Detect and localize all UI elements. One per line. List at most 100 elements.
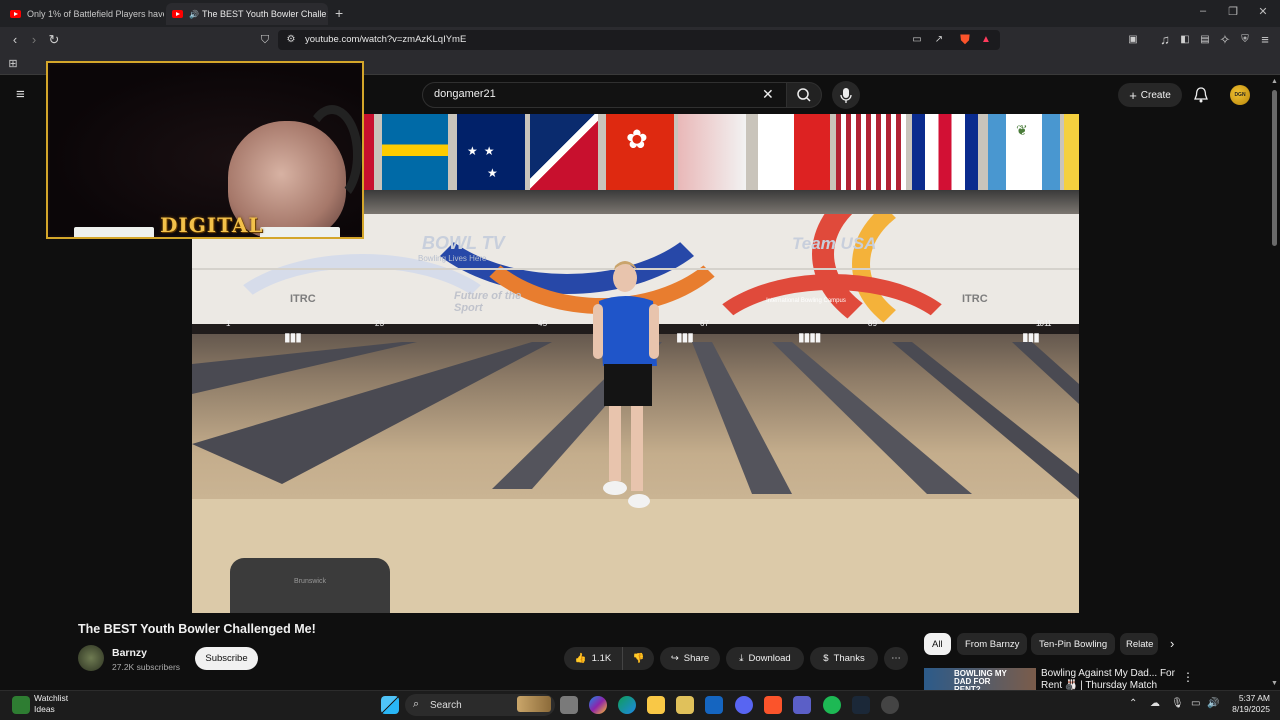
minimize-button[interactable]: – [1194,5,1212,17]
copilot-icon[interactable] [589,696,607,714]
volume-icon[interactable]: 🔊 [1207,698,1219,709]
thumbs-down-icon: 👎 [632,653,645,664]
microphone-icon [840,88,852,103]
channel-avatar[interactable] [78,645,104,671]
watchlist-widget[interactable]: Watchlist Ideas [34,693,68,715]
back-icon[interactable]: ‹ [6,31,24,49]
speaker-icon: 🔊 [189,9,199,19]
chip-ten-pin-bowling[interactable]: Ten-Pin Bowling [1031,633,1116,655]
chip-from-barnzy[interactable]: From Barnzy [957,633,1028,655]
close-window-button[interactable]: ✕ [1254,5,1272,18]
banner-team-usa: Team USA [792,234,877,253]
onedrive-icon[interactable]: ☁ [1150,698,1160,709]
sidebar-toggle-icon[interactable]: ▣ [1124,31,1142,49]
recommendation-thumbnail[interactable]: BOWLING MY DAD FOR RENT? [924,668,1036,690]
windows-start-icon[interactable] [381,696,399,714]
webcam-overlay: DIGITAL [46,61,364,239]
search-highlight-image [517,696,551,712]
bookmark-icon[interactable]: ⛉ [256,31,274,49]
wallet-icon[interactable]: ▤ [1196,31,1214,49]
scroll-up-icon[interactable]: ▲ [1271,78,1278,85]
more-actions-button[interactable]: ⋯ [884,647,908,670]
cast-icon[interactable]: ▭ [908,31,926,49]
outlook-icon[interactable] [705,696,723,714]
page-scrollbar[interactable] [1272,90,1277,246]
plus-icon: + [1129,87,1137,103]
vpn-icon[interactable]: ⛨ [1236,31,1254,49]
system-clock[interactable]: 5:37 AM 8/19/2025 [1222,693,1270,715]
chevron-right-icon[interactable]: › [1170,636,1174,651]
share-button[interactable]: ↪ Share [660,647,720,670]
hood-label: Brunswick [294,578,326,585]
file-explorer-icon[interactable] [647,696,665,714]
brave-rewards-icon[interactable]: ▲ [977,31,995,49]
tray-overflow-icon[interactable]: ⌃ [1129,698,1137,709]
discord-icon[interactable] [735,696,753,714]
like-button[interactable]: 👍 1.1K [564,647,622,670]
download-button[interactable]: ⤓ Download [726,647,804,670]
flag-usa [836,114,906,190]
search-icon: ⌕ [413,698,420,710]
menu-icon[interactable]: ≡ [1256,31,1274,49]
forward-icon[interactable]: › [25,31,43,49]
banner-tagline: Bowling Lives Here [418,254,487,263]
flag-sweden [382,114,448,190]
thumbs-up-icon: 👍 [574,653,587,664]
microphone-tray-icon[interactable]: 🎙 [1171,698,1184,709]
network-icon[interactable]: ▭ [1191,698,1200,709]
chip-related[interactable]: Relate [1120,633,1158,655]
webcam-bar [260,227,340,237]
site-info-icon[interactable]: ⚙ [282,31,300,49]
store-icon[interactable] [676,696,694,714]
chip-all[interactable]: All [924,633,951,655]
teams-icon[interactable] [793,696,811,714]
banner-future: Future of the Sport [454,290,522,314]
hamburger-menu-icon[interactable]: ≡ [16,86,25,103]
edge-icon[interactable] [618,696,636,714]
browser-nav-bar: ‹ › ↻ ⛉ ⚙ youtube.com/watch?v=zmAzKLqIYm… [0,27,1280,53]
share-label: Share [683,653,710,664]
recommendation-title[interactable]: Bowling Against My Dad... For Rent 🎳 | T… [1041,668,1176,690]
create-button[interactable]: + Create [1118,83,1182,107]
new-tab-button[interactable]: + [335,5,343,21]
clear-search-icon[interactable]: ✕ [762,86,774,103]
scroll-down-icon[interactable]: ▼ [1271,680,1278,687]
reload-icon[interactable]: ↻ [45,31,63,49]
channel-name[interactable]: Barnzy [112,647,147,659]
taskbar-search[interactable]: ⌕ Search [405,694,555,716]
media-icon[interactable]: ♫ [1156,31,1174,49]
search-button[interactable] [786,82,822,108]
steam-icon[interactable] [852,696,870,714]
brave-browser-icon[interactable] [764,696,782,714]
flag-hong-kong: ✿ [606,114,674,190]
account-avatar[interactable]: DGN [1230,85,1250,105]
create-label: Create [1140,89,1171,101]
tab-battlefield[interactable]: Only 1% of Battlefield Players have th [4,3,164,25]
close-tab-icon[interactable]: ✕ [326,8,328,21]
banner-itrc: ITRC [290,293,316,305]
leo-ai-icon[interactable]: ✧ [1216,31,1234,49]
browser-tab-bar: Only 1% of Battlefield Players have th 🔊… [0,0,1280,27]
more-vertical-icon[interactable]: ⋮ [1182,670,1194,684]
stocks-widget-icon[interactable] [12,696,30,714]
apps-grid-icon[interactable]: ⊞ [4,55,22,73]
brave-shield-icon[interactable]: ⛊ [956,31,974,49]
notifications-button[interactable] [1193,86,1209,109]
share-icon[interactable]: ↗ [930,31,948,49]
task-view-icon[interactable] [560,696,578,714]
tab-youtube-video[interactable]: 🔊 The BEST Youth Bowler Challe ✕ [166,3,328,25]
spotify-icon[interactable] [823,696,841,714]
voice-search-button[interactable] [832,81,860,109]
video-title: The BEST Youth Bowler Challenged Me! [78,622,316,636]
dislike-button[interactable]: 👎 [622,647,654,670]
panel-icon[interactable]: ◧ [1176,31,1194,49]
flag [530,114,598,190]
search-value: dongamer21 [434,88,496,100]
app-icon[interactable] [881,696,899,714]
thanks-button[interactable]: $ Thanks [810,647,878,670]
flag-costa-rica [912,114,978,190]
restore-button[interactable]: ❐ [1224,5,1242,18]
more-horizontal-icon: ⋯ [891,653,901,664]
share-arrow-icon: ↪ [670,653,679,664]
subscribe-button[interactable]: Subscribe [195,647,258,670]
